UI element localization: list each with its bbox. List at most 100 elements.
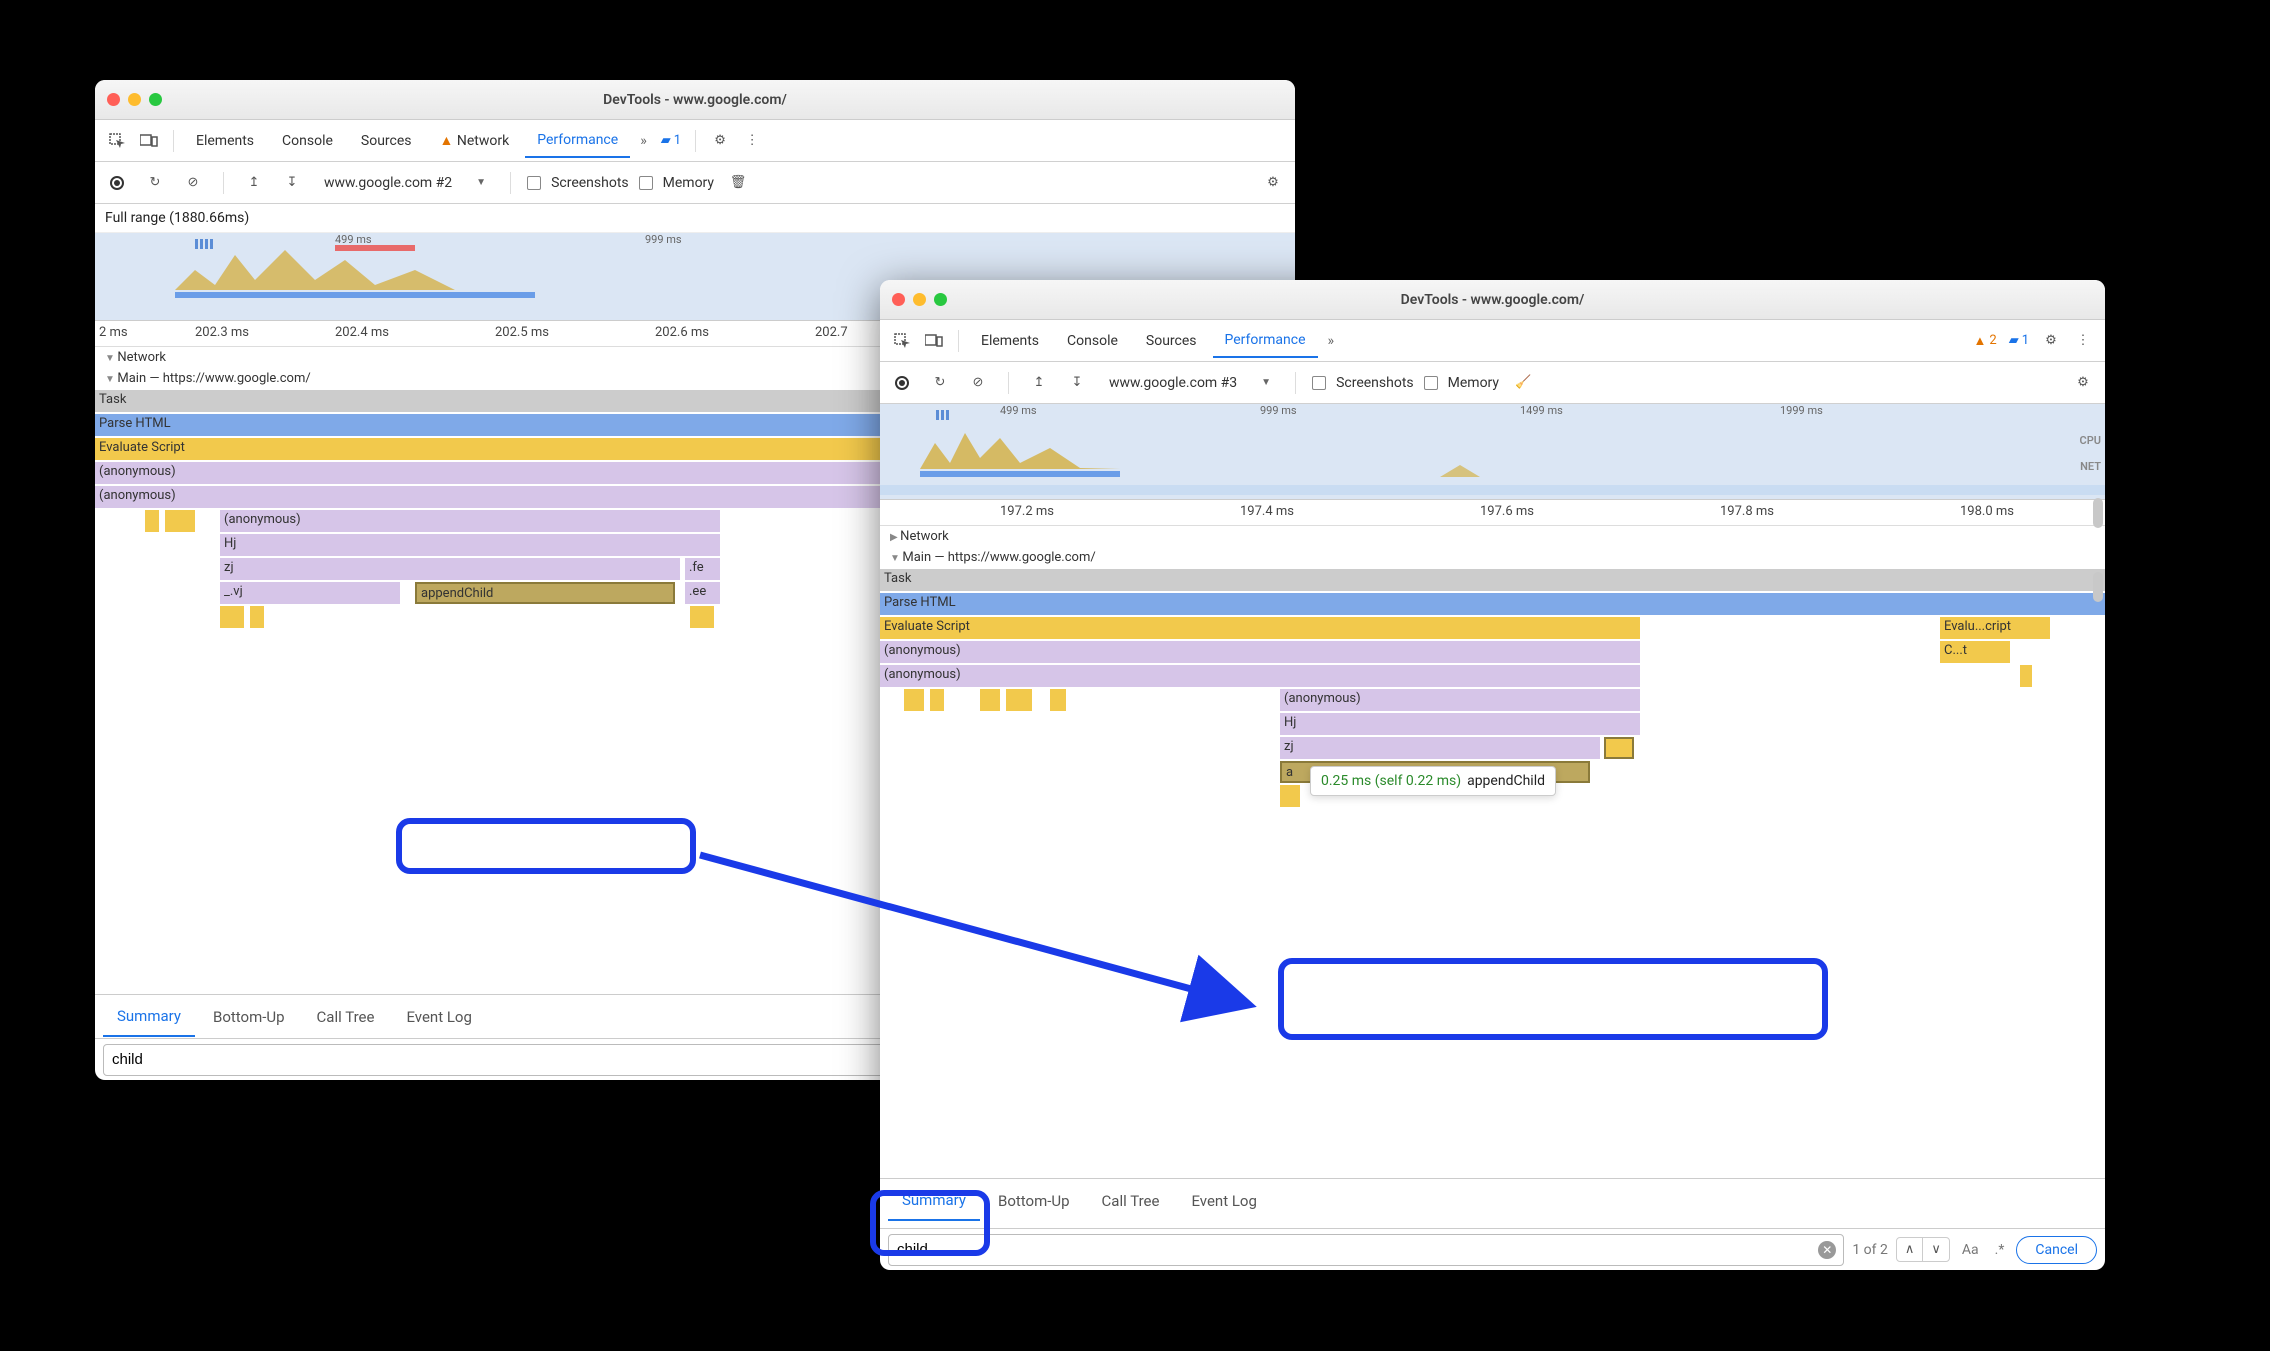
reload-icon[interactable]: ↻ xyxy=(141,169,169,197)
maximize-icon[interactable] xyxy=(149,93,162,106)
maximize-icon[interactable] xyxy=(934,293,947,306)
warnings-badge[interactable]: ▲2 xyxy=(1970,331,2001,351)
flame-fn-vj[interactable]: _.vj xyxy=(220,582,400,604)
tab-bottom-up[interactable]: Bottom-Up xyxy=(199,998,299,1036)
flame-bar[interactable] xyxy=(1604,737,1634,759)
flame-bar[interactable]: C...t xyxy=(1940,641,2010,663)
tab-console[interactable]: Console xyxy=(270,125,345,157)
issues-badge[interactable]: ▰1 xyxy=(2005,331,2033,350)
tab-performance[interactable]: Performance xyxy=(1213,324,1318,358)
overview-minimap[interactable]: 499 ms 999 ms 1499 ms 1999 ms CPU NET xyxy=(880,404,2105,500)
flame-fn-ee[interactable]: .ee xyxy=(685,582,720,604)
flame-anonymous[interactable]: (anonymous) xyxy=(220,510,720,532)
more-tabs-icon[interactable]: » xyxy=(634,133,653,149)
screenshots-checkbox[interactable] xyxy=(1312,376,1326,390)
flame-fn-fe[interactable]: .fe xyxy=(685,558,720,580)
device-icon[interactable] xyxy=(135,127,163,155)
close-icon[interactable] xyxy=(107,93,120,106)
kebab-icon[interactable]: ⋮ xyxy=(738,127,766,155)
flame-bar[interactable] xyxy=(1280,785,1300,807)
flame-anonymous[interactable]: (anonymous) xyxy=(880,665,1640,687)
minimize-icon[interactable] xyxy=(913,293,926,306)
prev-match-icon[interactable]: ∧ xyxy=(1897,1238,1924,1261)
record-icon[interactable] xyxy=(888,369,916,397)
flame-bar[interactable] xyxy=(145,510,159,532)
download-icon[interactable]: ↧ xyxy=(278,169,306,197)
issues-badge[interactable]: ▰1 xyxy=(657,131,685,150)
flame-fn-hj[interactable]: Hj xyxy=(220,534,720,556)
flame-evaluate-script[interactable]: Evaluate Script xyxy=(880,617,1640,639)
upload-icon[interactable]: ↥ xyxy=(1025,369,1053,397)
flame-bar[interactable] xyxy=(1050,689,1066,711)
flame-chart[interactable]: Task Parse HTML Evaluate Script Evalu...… xyxy=(880,568,2105,908)
download-icon[interactable]: ↧ xyxy=(1063,369,1091,397)
gear-icon[interactable]: ⚙ xyxy=(1259,169,1287,197)
tab-summary[interactable]: Summary xyxy=(103,997,195,1037)
screenshots-checkbox[interactable] xyxy=(527,176,541,190)
flame-bar[interactable] xyxy=(980,689,1000,711)
titlebar[interactable]: DevTools - www.google.com/ xyxy=(880,280,2105,320)
track-main[interactable]: Main — https://www.google.com/ xyxy=(880,547,2105,568)
flame-anonymous[interactable]: (anonymous) xyxy=(880,641,1640,663)
flame-bar[interactable] xyxy=(1006,689,1032,711)
titlebar[interactable]: DevTools - www.google.com/ xyxy=(95,80,1295,120)
flame-evaluate-script[interactable]: Evalu...cript xyxy=(1940,617,2050,639)
flame-bar[interactable] xyxy=(2020,665,2032,687)
tab-console[interactable]: Console xyxy=(1055,325,1130,357)
flame-fn-zj[interactable]: zj xyxy=(220,558,680,580)
tab-sources[interactable]: Sources xyxy=(1134,325,1209,357)
clear-icon[interactable]: ⊘ xyxy=(964,369,992,397)
flame-appendchild[interactable]: appendChild xyxy=(415,582,675,604)
match-case-toggle[interactable]: Aa xyxy=(1958,1242,1983,1258)
flame-bar[interactable] xyxy=(220,606,244,628)
flame-bar[interactable] xyxy=(930,689,944,711)
kebab-icon[interactable]: ⋮ xyxy=(2069,327,2097,355)
record-icon[interactable] xyxy=(103,169,131,197)
tab-network[interactable]: ▲ Network xyxy=(428,124,522,157)
search-input[interactable] xyxy=(888,1234,1844,1266)
trash-icon[interactable]: 🗑 xyxy=(724,169,752,197)
flame-bar[interactable] xyxy=(904,689,924,711)
recording-select[interactable]: www.google.com #2▼ xyxy=(316,171,494,195)
tab-performance[interactable]: Performance xyxy=(525,124,630,158)
flame-ruler[interactable]: 197.2 ms 197.4 ms 197.6 ms 197.8 ms 198.… xyxy=(880,500,2105,526)
cancel-button[interactable]: Cancel xyxy=(2016,1236,2097,1264)
tab-elements[interactable]: Elements xyxy=(184,125,266,157)
regex-toggle[interactable]: .* xyxy=(1991,1242,2009,1258)
flame-fn-hj[interactable]: Hj xyxy=(1280,713,1640,735)
inspect-icon[interactable] xyxy=(888,327,916,355)
tab-call-tree[interactable]: Call Tree xyxy=(1088,1182,1174,1220)
gear-icon[interactable]: ⚙ xyxy=(706,127,734,155)
upload-icon[interactable]: ↥ xyxy=(240,169,268,197)
tab-summary[interactable]: Summary xyxy=(888,1181,980,1221)
tab-event-log[interactable]: Event Log xyxy=(392,998,485,1036)
tab-call-tree[interactable]: Call Tree xyxy=(303,998,389,1036)
flame-parse-html[interactable]: Parse HTML xyxy=(880,593,2105,615)
gear-icon[interactable]: ⚙ xyxy=(2037,327,2065,355)
device-icon[interactable] xyxy=(920,327,948,355)
flame-task[interactable]: Task xyxy=(880,569,2105,591)
close-icon[interactable] xyxy=(892,293,905,306)
tab-elements[interactable]: Elements xyxy=(969,325,1051,357)
tab-event-log[interactable]: Event Log xyxy=(1177,1182,1270,1220)
track-network[interactable]: Network xyxy=(880,526,2105,547)
flame-bar[interactable] xyxy=(690,606,714,628)
scrollbar[interactable] xyxy=(2093,498,2103,528)
inspect-icon[interactable] xyxy=(103,127,131,155)
reload-icon[interactable]: ↻ xyxy=(926,369,954,397)
recording-select[interactable]: www.google.com #3▼ xyxy=(1101,371,1279,395)
clear-icon[interactable]: ✕ xyxy=(1818,1241,1836,1259)
minimize-icon[interactable] xyxy=(128,93,141,106)
tab-sources[interactable]: Sources xyxy=(349,125,424,157)
flame-fn-zj[interactable]: zj xyxy=(1280,737,1600,759)
memory-checkbox[interactable] xyxy=(639,176,653,190)
flame-anonymous[interactable]: (anonymous) xyxy=(1280,689,1640,711)
flame-bar[interactable] xyxy=(250,606,264,628)
scrollbar[interactable] xyxy=(2093,572,2103,602)
tab-bottom-up[interactable]: Bottom-Up xyxy=(984,1182,1084,1220)
memory-checkbox[interactable] xyxy=(1424,376,1438,390)
clear-icon[interactable]: ⊘ xyxy=(179,169,207,197)
gear-icon[interactable]: ⚙ xyxy=(2069,369,2097,397)
collect-garbage-icon[interactable]: 🧹 xyxy=(1509,369,1537,397)
flame-bar[interactable] xyxy=(165,510,195,532)
